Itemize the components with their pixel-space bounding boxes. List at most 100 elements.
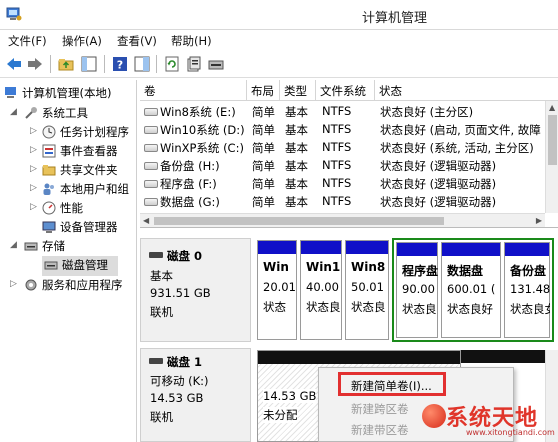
menu-view[interactable]: 查看(V) [117, 33, 157, 49]
partition[interactable]: 程序盘 90.00 状态良 [396, 242, 438, 338]
partition-name: 备份盘 [510, 264, 547, 278]
table-row[interactable]: Win10系统 (D:) 简单 基本 NTFS 状态良好 (启动, 页面文件, … [140, 121, 545, 139]
removable-disk-icon [149, 358, 163, 364]
scrollbar-thumb[interactable] [154, 217, 444, 225]
volume-filesystem: NTFS [322, 104, 352, 118]
forward-icon[interactable] [26, 55, 44, 73]
disk1-label[interactable]: 磁盘 1 可移动 (K:) 14.53 GB 联机 [140, 348, 251, 442]
tree-item-storage[interactable]: ◢ 存储 [10, 237, 137, 257]
tree-item-device-manager[interactable]: 设备管理器 [30, 218, 137, 238]
column-header-status[interactable]: 状态 [375, 80, 558, 101]
computer-management-icon [6, 7, 22, 21]
tree-label: 事件查看器 [60, 144, 118, 158]
computer-management-icon [5, 87, 16, 98]
properties-icon[interactable] [185, 55, 203, 73]
watermark-logo: 系统天地 www.xitongtiandi.com [418, 400, 558, 442]
disk0-size: 931.51 GB [150, 286, 211, 300]
column-header-layout[interactable]: 布局 [247, 80, 280, 101]
column-header-filesystem[interactable]: 文件系统 [316, 80, 375, 101]
tree-item-root[interactable]: 计算机管理(本地) [4, 84, 137, 104]
partition-bar [346, 241, 388, 254]
tree-item-services[interactable]: ▷ 服务和应用程序 [10, 276, 137, 296]
vertical-scrollbar[interactable]: ▲ [545, 101, 558, 213]
tree-label: 共享文件夹 [60, 163, 118, 177]
horizontal-scrollbar[interactable]: ◀ ▶ [140, 213, 545, 227]
menu-file[interactable]: 文件(F) [8, 33, 47, 49]
scroll-left-icon[interactable]: ◀ [143, 216, 149, 225]
volume-layout: 简单 [252, 141, 275, 155]
chevron-right-icon[interactable]: ▷ [10, 279, 17, 289]
chevron-down-icon[interactable]: ◢ [10, 240, 17, 250]
tree-item-event-viewer[interactable]: ▷ 事件查看器 [30, 142, 137, 162]
tree-item-task-scheduler[interactable]: ▷ 任务计划程序 [30, 123, 137, 143]
toolbar-separator [104, 55, 105, 73]
shared-folder-icon [42, 165, 56, 176]
event-viewer-icon [42, 144, 56, 158]
partition[interactable]: 备份盘 131.48 状态良女 [504, 242, 550, 338]
chevron-right-icon[interactable]: ▷ [30, 164, 37, 174]
help-icon[interactable]: ? [111, 55, 129, 73]
show-pane-icon[interactable] [133, 55, 151, 73]
chevron-right-icon[interactable]: ▷ [30, 145, 37, 155]
tree-item-shared-folders[interactable]: ▷ 共享文件夹 [30, 161, 137, 181]
tree-item-system-tools[interactable]: ◢ 系统工具 [10, 104, 137, 124]
menu-item-new-spanned-volume[interactable]: 新建跨区卷 [351, 401, 409, 417]
scroll-right-icon[interactable]: ▶ [536, 216, 542, 225]
volume-filesystem: NTFS [322, 140, 352, 154]
partition-status: 状态良女 [510, 302, 550, 316]
volume-type: 基本 [285, 141, 308, 155]
disk0-label[interactable]: 磁盘 0 基本 931.51 GB 联机 [140, 238, 251, 342]
tree-label: 系统工具 [42, 106, 88, 120]
partition[interactable]: Win1 40.00 状态良 [300, 240, 342, 340]
table-row[interactable]: 程序盘 (F:) 简单 基本 NTFS 状态良好 (逻辑驱动器) [140, 175, 545, 193]
menu-bar: 文件(F) 操作(A) 查看(V) 帮助(H) [0, 30, 558, 50]
table-row[interactable]: Win8系统 (E:) 简单 基本 NTFS 状态良好 (主分区) [140, 103, 545, 121]
partition[interactable]: Win8 50.01 状态良 [345, 240, 389, 340]
volume-filesystem: NTFS [322, 176, 352, 190]
partition-bar [505, 243, 549, 256]
up-folder-icon[interactable] [57, 55, 75, 73]
tree-label: 服务和应用程序 [42, 278, 123, 292]
scroll-up-icon[interactable]: ▲ [549, 103, 555, 112]
tree-item-local-users[interactable]: ▷ 本地用户和组 [30, 180, 137, 200]
menu-help[interactable]: 帮助(H) [171, 33, 212, 49]
unallocated-bar [258, 351, 460, 364]
disk1-state: 联机 [150, 410, 173, 424]
partition-size: 40.00 [306, 280, 339, 294]
menu-item-new-striped-volume[interactable]: 新建带区卷 [351, 422, 409, 438]
partition-status: 状态 [263, 300, 286, 314]
chevron-right-icon[interactable]: ▷ [30, 202, 37, 212]
device-manager-icon [42, 221, 56, 233]
volume-layout: 简单 [252, 159, 275, 173]
toolbar: ? [0, 50, 558, 78]
partition-status: 状态良好 [447, 302, 493, 316]
column-header-type[interactable]: 类型 [280, 80, 316, 101]
tree-item-disk-management[interactable]: 磁盘管理 [42, 256, 118, 276]
table-row[interactable]: 备份盘 (H:) 简单 基本 NTFS 状态良好 (逻辑驱动器) [140, 157, 545, 175]
back-icon[interactable] [5, 55, 23, 73]
disk0-state: 联机 [150, 305, 173, 319]
tree-label: 性能 [60, 201, 83, 215]
show-tree-icon[interactable] [80, 55, 98, 73]
tree-item-performance[interactable]: ▷ 性能 [30, 199, 137, 219]
svg-text:?: ? [117, 59, 123, 72]
disk-icon[interactable] [207, 55, 225, 73]
chevron-right-icon[interactable]: ▷ [30, 126, 37, 136]
tree-label: 磁盘管理 [62, 258, 108, 272]
refresh-icon[interactable] [163, 55, 181, 73]
table-row[interactable]: 数据盘 (G:) 简单 基本 NTFS 状态良好 (逻辑驱动器) [140, 193, 545, 211]
scrollbar-thumb[interactable] [548, 115, 557, 165]
table-row[interactable]: WinXP系统 (C:) 简单 基本 NTFS 状态良好 (系统, 活动, 主分… [140, 139, 545, 157]
column-header-volume[interactable]: 卷 [140, 80, 247, 101]
partition-bar [442, 243, 500, 256]
toolbar-separator [156, 55, 157, 73]
chevron-right-icon[interactable]: ▷ [30, 183, 37, 193]
volume-status: 状态良好 (启动, 页面文件, 故障 [380, 123, 541, 137]
partition[interactable]: 数据盘 600.01 ( 状态良好 [441, 242, 501, 338]
chevron-down-icon[interactable]: ◢ [10, 107, 17, 117]
menu-action[interactable]: 操作(A) [62, 33, 102, 49]
partition[interactable]: Win 20.01 状态 [257, 240, 297, 340]
volume-status: 状态良好 (逻辑驱动器) [380, 177, 497, 191]
disk0-name: 磁盘 0 [167, 249, 203, 263]
partition-name: 程序盘 [402, 264, 438, 278]
